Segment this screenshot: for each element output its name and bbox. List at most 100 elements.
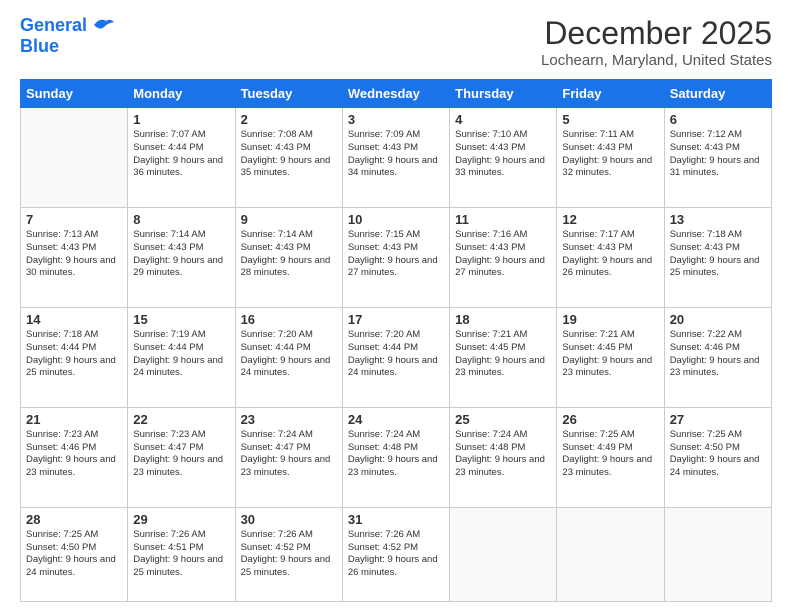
table-row: 9 Sunrise: 7:14 AMSunset: 4:43 PMDaylight…: [235, 207, 342, 307]
table-row: 30Sunrise: 7:26 AMSunset: 4:52 PMDayligh…: [235, 507, 342, 601]
day-number: 15: [133, 312, 229, 327]
day-number: 8: [133, 212, 229, 227]
header-friday: Friday: [557, 80, 664, 108]
table-row: 27 Sunrise: 7:25 AMSunset: 4:50 PMDayligh…: [664, 407, 771, 507]
table-row: 18 Sunrise: 7:21 AMSunset: 4:45 PMDayligh…: [450, 307, 557, 407]
day-info: Sunrise: 7:25 AMSunset: 4:50 PMDaylight:…: [670, 429, 766, 480]
day-number: 26: [562, 412, 658, 427]
day-number: 3: [348, 112, 444, 127]
day-number: 17: [348, 312, 444, 327]
day-number: 14: [26, 312, 122, 327]
table-row: 15 Sunrise: 7:19 AMSunset: 4:44 PMDayligh…: [128, 307, 235, 407]
calendar-table: Sunday Monday Tuesday Wednesday Thursday…: [20, 79, 772, 602]
table-row: 29 Sunrise: 7:26 AMSunset: 4:51 PMDayligh…: [128, 507, 235, 601]
day-number: 19: [562, 312, 658, 327]
table-row: 13Sunrise: 7:18 AMSunset: 4:43 PMDayligh…: [664, 207, 771, 307]
day-number: 25: [455, 412, 551, 427]
day-info: Sunrise: 7:12 AMSunset: 4:43 PMDaylight:…: [670, 129, 766, 180]
day-info: Sunrise: 7:23 AMSunset: 4:46 PMDaylight:…: [26, 429, 122, 480]
logo-general: General: [20, 15, 87, 35]
table-row: 17 Sunrise: 7:20 AMSunset: 4:44 PMDayligh…: [342, 307, 449, 407]
table-row: 14 Sunrise: 7:18 AMSunset: 4:44 PMDayligh…: [21, 307, 128, 407]
day-number: 9: [241, 212, 337, 227]
day-info: Sunrise: 7:21 AMSunset: 4:45 PMDaylight:…: [562, 329, 658, 380]
table-row: 16Sunrise: 7:20 AMSunset: 4:44 PMDayligh…: [235, 307, 342, 407]
table-row: 1 Sunrise: 7:07 AMSunset: 4:44 PMDaylight…: [128, 108, 235, 208]
main-title: December 2025: [541, 15, 772, 52]
day-number: 1: [133, 112, 229, 127]
table-row: [21, 108, 128, 208]
table-row: 8Sunrise: 7:14 AMSunset: 4:43 PMDaylight…: [128, 207, 235, 307]
page: General Blue December 2025 Lochearn, Mar…: [0, 0, 792, 612]
table-row: 31Sunrise: 7:26 AMSunset: 4:52 PMDayligh…: [342, 507, 449, 601]
table-row: 28Sunrise: 7:25 AMSunset: 4:50 PMDayligh…: [21, 507, 128, 601]
day-info: Sunrise: 7:26 AMSunset: 4:52 PMDaylight:…: [348, 529, 444, 580]
day-info: Sunrise: 7:19 AMSunset: 4:44 PMDaylight:…: [133, 329, 229, 380]
day-info: Sunrise: 7:22 AMSunset: 4:46 PMDaylight:…: [670, 329, 766, 380]
day-number: 21: [26, 412, 122, 427]
subtitle: Lochearn, Maryland, United States: [541, 52, 772, 69]
table-row: 11 Sunrise: 7:16 AMSunset: 4:43 PMDayligh…: [450, 207, 557, 307]
day-number: 2: [241, 112, 337, 127]
day-number: 12: [562, 212, 658, 227]
table-row: 23 Sunrise: 7:24 AMSunset: 4:47 PMDayligh…: [235, 407, 342, 507]
table-row: [450, 507, 557, 601]
table-row: 4 Sunrise: 7:10 AMSunset: 4:43 PMDaylight…: [450, 108, 557, 208]
day-info: Sunrise: 7:20 AMSunset: 4:44 PMDaylight:…: [348, 329, 444, 380]
day-number: 30: [241, 512, 337, 527]
table-row: 5Sunrise: 7:11 AMSunset: 4:43 PMDaylight…: [557, 108, 664, 208]
logo: General Blue: [20, 15, 114, 56]
title-section: December 2025 Lochearn, Maryland, United…: [541, 15, 772, 69]
table-row: 24 Sunrise: 7:24 AMSunset: 4:48 PMDayligh…: [342, 407, 449, 507]
table-row: 26 Sunrise: 7:25 AMSunset: 4:49 PMDayligh…: [557, 407, 664, 507]
day-number: 29: [133, 512, 229, 527]
day-number: 13: [670, 212, 766, 227]
day-number: 24: [348, 412, 444, 427]
day-number: 23: [241, 412, 337, 427]
header-sunday: Sunday: [21, 80, 128, 108]
table-row: 22 Sunrise: 7:23 AMSunset: 4:47 PMDayligh…: [128, 407, 235, 507]
header: General Blue December 2025 Lochearn, Mar…: [20, 15, 772, 69]
day-info: Sunrise: 7:21 AMSunset: 4:45 PMDaylight:…: [455, 329, 551, 380]
day-info: Sunrise: 7:24 AMSunset: 4:47 PMDaylight:…: [241, 429, 337, 480]
day-info: Sunrise: 7:14 AMSunset: 4:43 PMDaylight:…: [241, 229, 337, 280]
table-row: 7 Sunrise: 7:13 AMSunset: 4:43 PMDaylight…: [21, 207, 128, 307]
header-wednesday: Wednesday: [342, 80, 449, 108]
day-info: Sunrise: 7:16 AMSunset: 4:43 PMDaylight:…: [455, 229, 551, 280]
day-number: 27: [670, 412, 766, 427]
table-row: 6 Sunrise: 7:12 AMSunset: 4:43 PMDaylight…: [664, 108, 771, 208]
day-info: Sunrise: 7:15 AMSunset: 4:43 PMDaylight:…: [348, 229, 444, 280]
day-number: 20: [670, 312, 766, 327]
header-tuesday: Tuesday: [235, 80, 342, 108]
table-row: 19 Sunrise: 7:21 AMSunset: 4:45 PMDayligh…: [557, 307, 664, 407]
day-info: Sunrise: 7:13 AMSunset: 4:43 PMDaylight:…: [26, 229, 122, 280]
day-number: 18: [455, 312, 551, 327]
day-info: Sunrise: 7:18 AMSunset: 4:44 PMDaylight:…: [26, 329, 122, 380]
day-number: 7: [26, 212, 122, 227]
day-info: Sunrise: 7:07 AMSunset: 4:44 PMDaylight:…: [133, 129, 229, 180]
day-info: Sunrise: 7:24 AMSunset: 4:48 PMDaylight:…: [348, 429, 444, 480]
table-row: [664, 507, 771, 601]
logo-bird-icon: [92, 17, 114, 33]
logo-blue: Blue: [20, 36, 114, 57]
day-number: 10: [348, 212, 444, 227]
day-number: 11: [455, 212, 551, 227]
day-info: Sunrise: 7:23 AMSunset: 4:47 PMDaylight:…: [133, 429, 229, 480]
day-number: 4: [455, 112, 551, 127]
day-info: Sunrise: 7:10 AMSunset: 4:43 PMDaylight:…: [455, 129, 551, 180]
day-number: 6: [670, 112, 766, 127]
table-row: 25 Sunrise: 7:24 AMSunset: 4:48 PMDayligh…: [450, 407, 557, 507]
table-row: 2Sunrise: 7:08 AMSunset: 4:43 PMDaylight…: [235, 108, 342, 208]
day-number: 22: [133, 412, 229, 427]
day-info: Sunrise: 7:09 AMSunset: 4:43 PMDaylight:…: [348, 129, 444, 180]
calendar-header-row: Sunday Monday Tuesday Wednesday Thursday…: [21, 80, 772, 108]
day-info: Sunrise: 7:24 AMSunset: 4:48 PMDaylight:…: [455, 429, 551, 480]
table-row: [557, 507, 664, 601]
table-row: 20 Sunrise: 7:22 AMSunset: 4:46 PMDayligh…: [664, 307, 771, 407]
day-info: Sunrise: 7:26 AMSunset: 4:51 PMDaylight:…: [133, 529, 229, 580]
table-row: 10 Sunrise: 7:15 AMSunset: 4:43 PMDayligh…: [342, 207, 449, 307]
table-row: 21 Sunrise: 7:23 AMSunset: 4:46 PMDayligh…: [21, 407, 128, 507]
table-row: 12Sunrise: 7:17 AMSunset: 4:43 PMDayligh…: [557, 207, 664, 307]
day-info: Sunrise: 7:25 AMSunset: 4:49 PMDaylight:…: [562, 429, 658, 480]
header-thursday: Thursday: [450, 80, 557, 108]
